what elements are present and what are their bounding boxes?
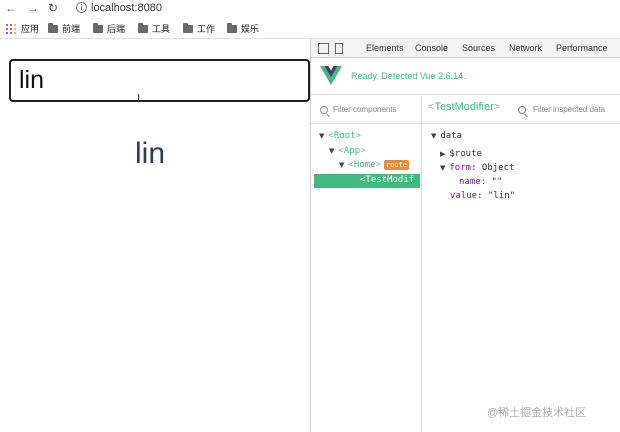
- folder-icon: [138, 22, 148, 33]
- data-value: "": [491, 177, 503, 187]
- echo-text: lin: [134, 137, 165, 170]
- route-badge: route: [383, 160, 409, 170]
- bookmarks-bar: 应用 前端 后端 工具 工作 娱乐: [0, 18, 620, 39]
- data-key: form: [449, 163, 472, 173]
- tree-label: TestModif: [365, 175, 415, 185]
- devtools-panel: Elements Console Sources Network Perform…: [310, 39, 620, 432]
- vue-logo-icon: [320, 66, 342, 85]
- search-icon: [320, 106, 328, 114]
- text-input[interactable]: lin: [9, 59, 310, 102]
- expand-triangle-icon[interactable]: ▼: [339, 161, 344, 169]
- search-icon: [518, 106, 526, 114]
- filter-data-input[interactable]: Filter inspected data: [533, 105, 605, 114]
- data-type: Object: [481, 163, 515, 173]
- folder-icon: [227, 22, 237, 33]
- bookmark-backend[interactable]: 后端: [93, 21, 125, 36]
- selected-component-name: <TestModifier>: [428, 101, 501, 113]
- bookmark-frontend[interactable]: 前端: [48, 21, 80, 36]
- data-value: "lin": [487, 191, 516, 201]
- tree-label: Root: [333, 131, 356, 141]
- text-cursor-icon: I: [137, 92, 141, 105]
- expand-triangle-icon[interactable]: ▼: [440, 164, 445, 172]
- tab-network[interactable]: Network: [509, 43, 542, 53]
- folder-icon: [183, 22, 193, 33]
- tree-label: App: [343, 146, 361, 156]
- data-route-row[interactable]: ▶ $route: [440, 149, 482, 159]
- data-key: name: [459, 177, 481, 187]
- reload-icon[interactable]: ↻: [48, 0, 58, 16]
- bookmark-label: 工具: [152, 24, 171, 34]
- tab-performance[interactable]: Performance: [556, 43, 608, 53]
- tree-item-home[interactable]: ▼ <Home> route: [339, 160, 409, 170]
- folder-icon: [93, 22, 103, 33]
- expand-triangle-icon[interactable]: ▼: [431, 132, 436, 140]
- data-name-row[interactable]: name: "": [459, 177, 502, 187]
- data-form-row[interactable]: ▼ form: Object: [440, 163, 514, 173]
- bookmark-tools[interactable]: 工具: [138, 21, 170, 36]
- inspect-element-icon[interactable]: [318, 43, 329, 54]
- vue-ready-status: Ready. Detected Vue 2.6.14.: [351, 71, 466, 81]
- tree-item-testmodifier: <TestModif: [360, 175, 415, 185]
- bookmark-label: 前端: [62, 24, 81, 34]
- url-field[interactable]: localhost:8080: [91, 1, 162, 15]
- info-icon[interactable]: i: [76, 2, 87, 13]
- forward-arrow-icon[interactable]: →: [27, 0, 39, 16]
- filter-row: Filter components <TestModifier> Filter …: [311, 96, 620, 124]
- data-section-label: data: [440, 131, 463, 141]
- tree-item-root[interactable]: ▼ <Root>: [319, 131, 361, 141]
- tab-elements[interactable]: Elements: [366, 43, 404, 53]
- collapse-triangle-icon[interactable]: ▶: [440, 150, 445, 158]
- data-value-row[interactable]: value: "lin": [450, 191, 515, 201]
- data-key: value: [450, 191, 478, 201]
- tree-item-app[interactable]: ▼ <App>: [329, 146, 366, 156]
- watermark: @稀土掘金技术社区: [487, 407, 587, 419]
- back-arrow-icon[interactable]: ←: [5, 0, 17, 16]
- vue-status-bar: Ready. Detected Vue 2.6.14.: [311, 59, 620, 95]
- expand-triangle-icon[interactable]: ▼: [319, 132, 324, 140]
- bookmark-label: 工作: [197, 24, 216, 34]
- bookmark-entertainment[interactable]: 娱乐: [227, 21, 259, 36]
- data-section-header[interactable]: ▼ data: [431, 131, 462, 141]
- selected-component-label: TestModifier: [434, 101, 494, 113]
- bookmark-work[interactable]: 工作: [183, 21, 215, 36]
- data-key: $route: [449, 149, 482, 159]
- tree-item-selected[interactable]: <TestModif: [314, 174, 420, 188]
- panel-divider[interactable]: [421, 96, 422, 432]
- tab-sources[interactable]: Sources: [462, 43, 495, 53]
- tree-label: Home: [353, 160, 376, 170]
- bookmark-apps[interactable]: 应用: [21, 21, 39, 36]
- bookmark-label: 后端: [107, 24, 126, 34]
- address-bar: ← → ↻ i localhost:8080: [0, 0, 620, 18]
- devtools-tabbar: Elements Console Sources Network Perform…: [311, 39, 620, 58]
- bookmark-label: 娱乐: [241, 24, 260, 34]
- apps-grid-icon[interactable]: [6, 24, 16, 34]
- bookmark-label: 应用: [21, 24, 40, 34]
- expand-triangle-icon[interactable]: ▼: [329, 147, 334, 155]
- folder-icon: [48, 22, 58, 33]
- device-toolbar-icon[interactable]: [335, 43, 343, 54]
- tab-console[interactable]: Console: [415, 43, 448, 53]
- filter-components-input[interactable]: Filter components: [333, 105, 397, 114]
